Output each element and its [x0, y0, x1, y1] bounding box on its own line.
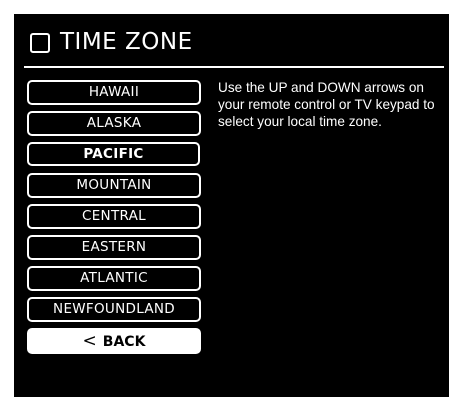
square-outline-icon	[30, 33, 50, 53]
page-title: TIME ZONE	[60, 29, 193, 55]
header-divider	[24, 66, 444, 68]
chevron-left-icon: <	[82, 331, 97, 351]
instructions-text: Use the UP and DOWN arrows on your remot…	[218, 80, 435, 129]
time-zone-screen: TIME ZONE HAWAII ALASKA PACIFIC MOUNTAIN…	[14, 14, 449, 397]
back-button-label: BACK	[102, 334, 146, 350]
timezone-option-pacific[interactable]: PACIFIC	[27, 142, 200, 166]
timezone-option-mountain[interactable]: MOUNTAIN	[27, 173, 201, 198]
timezone-option-alaska[interactable]: ALASKA	[27, 111, 201, 136]
timezone-option-newfoundland[interactable]: NEWFOUNDLAND	[27, 297, 201, 322]
back-button[interactable]: < BACK	[27, 328, 201, 354]
header: TIME ZONE	[14, 14, 449, 64]
timezone-option-central[interactable]: CENTRAL	[27, 204, 201, 229]
timezone-option-atlantic[interactable]: ATLANTIC	[27, 266, 201, 291]
timezone-option-eastern[interactable]: EASTERN	[27, 235, 201, 260]
timezone-option-hawaii[interactable]: HAWAII	[27, 80, 201, 105]
